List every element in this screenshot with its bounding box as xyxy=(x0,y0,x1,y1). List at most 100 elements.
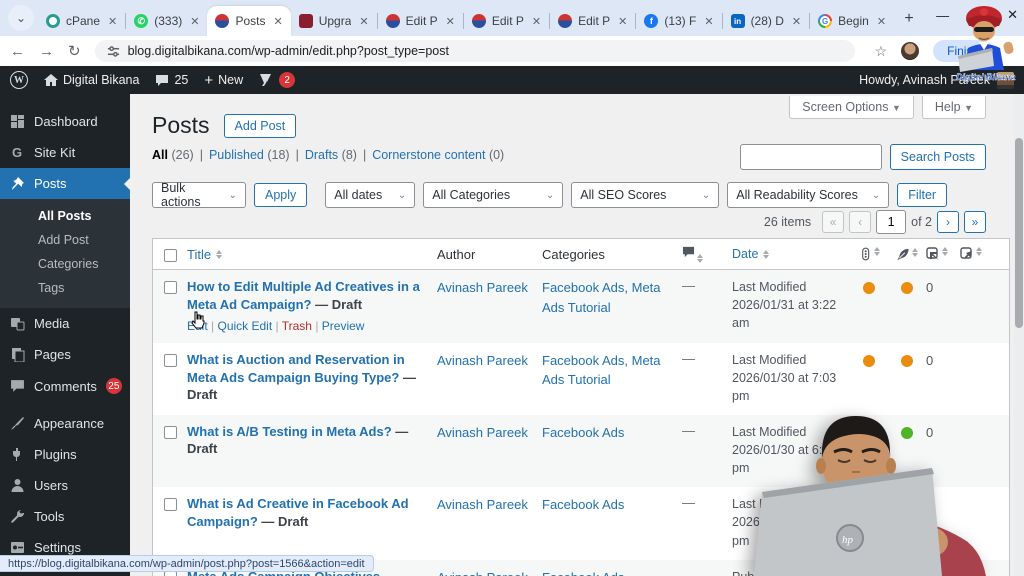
tab-facebook[interactable]: f(13) F✕ xyxy=(636,6,721,36)
first-page-button[interactable]: « xyxy=(822,211,844,233)
author-link[interactable]: Avinash Pareek xyxy=(437,278,528,298)
seo-scores-select[interactable]: All SEO Scores⌄ xyxy=(571,182,719,208)
categories-link[interactable]: Facebook Ads, Meta Ads Tutorial xyxy=(542,351,674,390)
view-drafts[interactable]: Drafts xyxy=(305,148,338,162)
prev-page-button[interactable]: ‹ xyxy=(849,211,871,233)
quick-edit-link[interactable]: Quick Edit xyxy=(217,319,272,333)
url-bar[interactable]: blog.digitalbikana.com/wp-admin/edit.php… xyxy=(95,40,855,62)
readability-scores-select[interactable]: All Readability Scores⌄ xyxy=(727,182,889,208)
comments-header[interactable] xyxy=(682,246,732,263)
trash-link[interactable]: Trash xyxy=(282,319,312,333)
post-title-link[interactable]: What is A/B Testing in Meta Ads? xyxy=(187,424,392,439)
submenu-all-posts[interactable]: All Posts xyxy=(0,204,130,228)
apply-button[interactable]: Apply xyxy=(254,183,307,207)
adminbar-site-link[interactable]: Digital Bikana xyxy=(44,73,139,87)
adminbar-yoast-link[interactable]: 2 xyxy=(259,72,295,88)
current-page-input[interactable] xyxy=(876,210,906,234)
maximize-button[interactable] xyxy=(973,10,983,20)
sidebar-item-users[interactable]: Users xyxy=(0,470,130,501)
close-tab-icon[interactable]: ✕ xyxy=(190,15,199,28)
help-button[interactable]: Help ▼ xyxy=(922,96,986,119)
new-tab-button[interactable]: + xyxy=(896,6,922,32)
row-checkbox[interactable] xyxy=(164,281,177,294)
sidebar-item-posts[interactable]: Posts xyxy=(0,168,130,199)
categories-link[interactable]: Facebook Ads xyxy=(542,495,624,515)
tab-edit-post[interactable]: Edit P✕ xyxy=(550,6,635,36)
sidebar-item-tools[interactable]: Tools xyxy=(0,501,130,532)
author-link[interactable]: Avinash Pareek xyxy=(437,495,528,515)
post-title-link[interactable]: How to Edit Multiple Ad Creatives in a M… xyxy=(187,279,420,312)
edit-link[interactable]: Edit xyxy=(187,319,208,333)
submenu-tags[interactable]: Tags xyxy=(0,276,130,300)
row-checkbox[interactable] xyxy=(164,426,177,439)
row-checkbox[interactable] xyxy=(164,354,177,367)
site-settings-icon[interactable] xyxy=(107,45,120,58)
browser-profile-avatar[interactable] xyxy=(901,42,919,60)
sort-title-header[interactable]: Title xyxy=(187,247,222,262)
tab-upgrade[interactable]: Upgra✕ xyxy=(291,6,377,36)
sort-date-header[interactable]: Date xyxy=(732,245,769,263)
dates-select[interactable]: All dates⌄ xyxy=(325,182,415,208)
submenu-add-post[interactable]: Add Post xyxy=(0,228,130,252)
back-icon[interactable]: ← xyxy=(10,43,25,60)
screen-options-button[interactable]: Screen Options ▼ xyxy=(789,96,914,119)
close-tab-icon[interactable]: ✕ xyxy=(618,15,627,28)
wordpress-logo-icon[interactable]: W xyxy=(10,71,28,89)
user-avatar[interactable] xyxy=(997,72,1014,89)
adminbar-comments-link[interactable]: 25 xyxy=(155,73,188,87)
tab-edit-post[interactable]: Edit P✕ xyxy=(378,6,463,36)
view-all[interactable]: All xyxy=(152,148,168,162)
howdy-greeting[interactable]: Howdy, Avinash Pareek xyxy=(859,73,990,87)
submenu-categories[interactable]: Categories xyxy=(0,252,130,276)
tab-whatsapp[interactable]: ✆(333)✕ xyxy=(126,6,207,36)
sidebar-item-comments[interactable]: Comments 25 xyxy=(0,370,130,402)
next-page-button[interactable]: › xyxy=(937,211,959,233)
bulk-actions-select[interactable]: Bulk actions⌄ xyxy=(152,182,246,208)
close-tab-icon[interactable]: ✕ xyxy=(792,15,801,28)
categories-link[interactable]: Facebook Ads xyxy=(542,423,624,443)
preview-link[interactable]: Preview xyxy=(322,319,365,333)
tab-posts-active[interactable]: Posts✕ xyxy=(207,6,290,36)
reload-icon[interactable]: ↻ xyxy=(68,42,81,60)
sidebar-item-media[interactable]: Media xyxy=(0,308,130,339)
close-window-button[interactable]: ✕ xyxy=(1007,7,1018,23)
view-published[interactable]: Published xyxy=(209,148,264,162)
close-tab-icon[interactable]: ✕ xyxy=(108,15,117,28)
sidebar-item-appearance[interactable]: Appearance xyxy=(0,408,130,439)
sidebar-item-dashboard[interactable]: Dashboard xyxy=(0,106,130,137)
select-all-checkbox[interactable] xyxy=(164,249,177,262)
search-posts-button[interactable]: Search Posts xyxy=(890,144,986,170)
page-scrollbar[interactable] xyxy=(1014,94,1024,576)
close-tab-icon[interactable]: ✕ xyxy=(359,15,368,28)
add-post-button[interactable]: Add Post xyxy=(224,114,297,138)
sidebar-item-pages[interactable]: Pages xyxy=(0,339,130,370)
author-link[interactable]: Avinash Pareek xyxy=(437,568,528,576)
close-tab-icon[interactable]: ✕ xyxy=(877,15,886,28)
tab-edit-post[interactable]: Edit P✕ xyxy=(464,6,549,36)
scrollbar-thumb[interactable] xyxy=(1015,138,1023,328)
close-tab-icon[interactable]: ✕ xyxy=(532,15,541,28)
tab-linkedin[interactable]: in(28) D✕ xyxy=(723,6,810,36)
sidebar-item-plugins[interactable]: Plugins xyxy=(0,439,130,470)
close-tab-icon[interactable]: ✕ xyxy=(704,15,713,28)
bookmark-star-icon[interactable]: ☆ xyxy=(875,43,888,60)
last-page-button[interactable]: » xyxy=(964,211,986,233)
view-cornerstone[interactable]: Cornerstone content xyxy=(372,148,485,162)
categories-link[interactable]: Facebook Ads xyxy=(542,568,624,576)
search-input[interactable] xyxy=(740,144,882,170)
tab-google[interactable]: Begin✕ xyxy=(810,6,894,36)
seo-score-header[interactable] xyxy=(850,247,888,261)
adminbar-new-link[interactable]: + New xyxy=(204,72,243,89)
finish-update-button[interactable]: Finish xyxy=(933,40,993,62)
row-checkbox[interactable] xyxy=(164,498,177,511)
internal-links-header[interactable] xyxy=(926,247,960,261)
outgoing-links-header[interactable] xyxy=(960,247,994,261)
author-link[interactable]: Avinash Pareek xyxy=(437,351,528,371)
post-title-link[interactable]: What is Auction and Reservation in Meta … xyxy=(187,352,405,385)
close-tab-icon[interactable]: ✕ xyxy=(446,15,455,28)
close-tab-icon[interactable]: ✕ xyxy=(274,15,283,28)
filter-button[interactable]: Filter xyxy=(897,183,947,207)
categories-link[interactable]: Facebook Ads, Meta Ads Tutorial xyxy=(542,278,674,317)
minimize-button[interactable]: — xyxy=(936,8,949,23)
author-link[interactable]: Avinash Pareek xyxy=(437,423,528,443)
